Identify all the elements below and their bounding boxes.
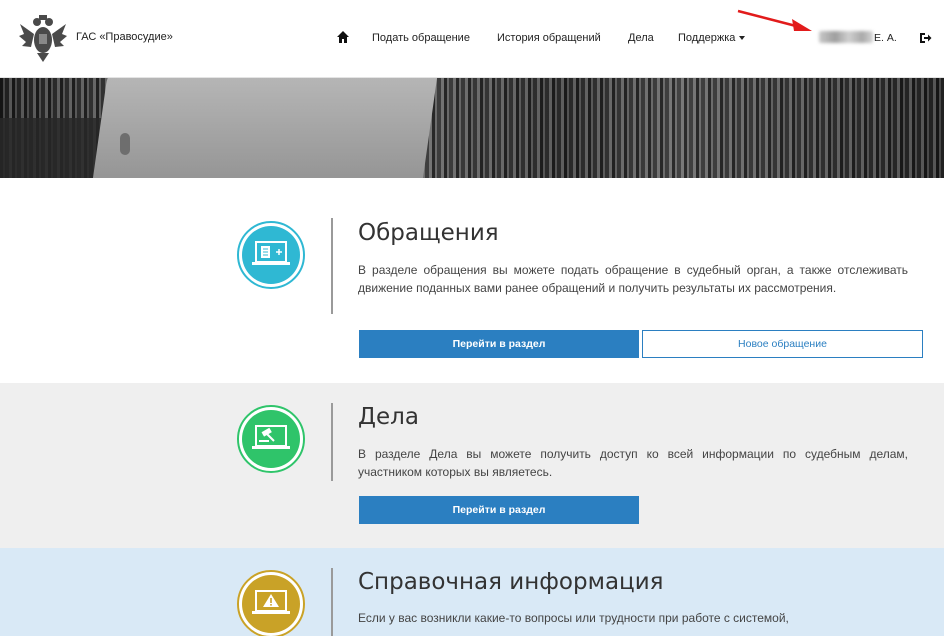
appeals-title: Обращения xyxy=(358,220,499,246)
appeals-section: Обращения В разделе обращения вы можете … xyxy=(0,178,944,383)
info-icon-circle xyxy=(236,569,306,636)
appeals-go-to-section-button[interactable]: Перейти в раздел xyxy=(359,330,639,358)
blurred-user-surname xyxy=(819,31,873,43)
red-annotation-arrow xyxy=(737,9,812,31)
warning-icon xyxy=(237,570,305,636)
cases-title: Дела xyxy=(358,404,419,430)
cases-description: В разделе Дела вы можете получить доступ… xyxy=(358,447,908,479)
logout-icon[interactable] xyxy=(918,31,932,45)
cases-section: Дела В разделе Дела вы можете получить д… xyxy=(0,383,944,548)
nav-support-label: Поддержка xyxy=(678,32,736,44)
gavel-icon xyxy=(237,405,305,473)
hero-banner-image xyxy=(0,78,944,178)
info-title: Справочная информация xyxy=(358,569,664,595)
section-divider xyxy=(331,568,333,636)
document-add-icon xyxy=(237,221,305,289)
top-header: ГАС «Правосудие» Подать обращение Истори… xyxy=(0,0,944,78)
new-appeal-button[interactable]: Новое обращение xyxy=(642,330,923,358)
cases-icon-circle xyxy=(236,404,306,474)
appeals-icon-circle xyxy=(236,220,306,290)
nav-appeal-history[interactable]: История обращений xyxy=(497,32,601,44)
section-divider xyxy=(331,218,333,314)
home-icon[interactable] xyxy=(336,30,350,44)
nav-cases[interactable]: Дела xyxy=(628,32,654,44)
appeals-description: В разделе обращения вы можете подать обр… xyxy=(358,263,908,295)
user-name[interactable]: Е. А. xyxy=(874,32,897,44)
banner-folder xyxy=(90,78,440,178)
reference-info-section: Справочная информация Если у вас возникл… xyxy=(0,548,944,636)
cases-go-to-section-button[interactable]: Перейти в раздел xyxy=(359,496,639,524)
banner-folder-hole xyxy=(120,133,130,155)
caret-down-icon xyxy=(739,36,746,41)
nav-submit-appeal[interactable]: Подать обращение xyxy=(372,32,470,44)
info-description: Если у вас возникли какие-то вопросы или… xyxy=(358,611,789,625)
section-divider xyxy=(331,403,333,481)
